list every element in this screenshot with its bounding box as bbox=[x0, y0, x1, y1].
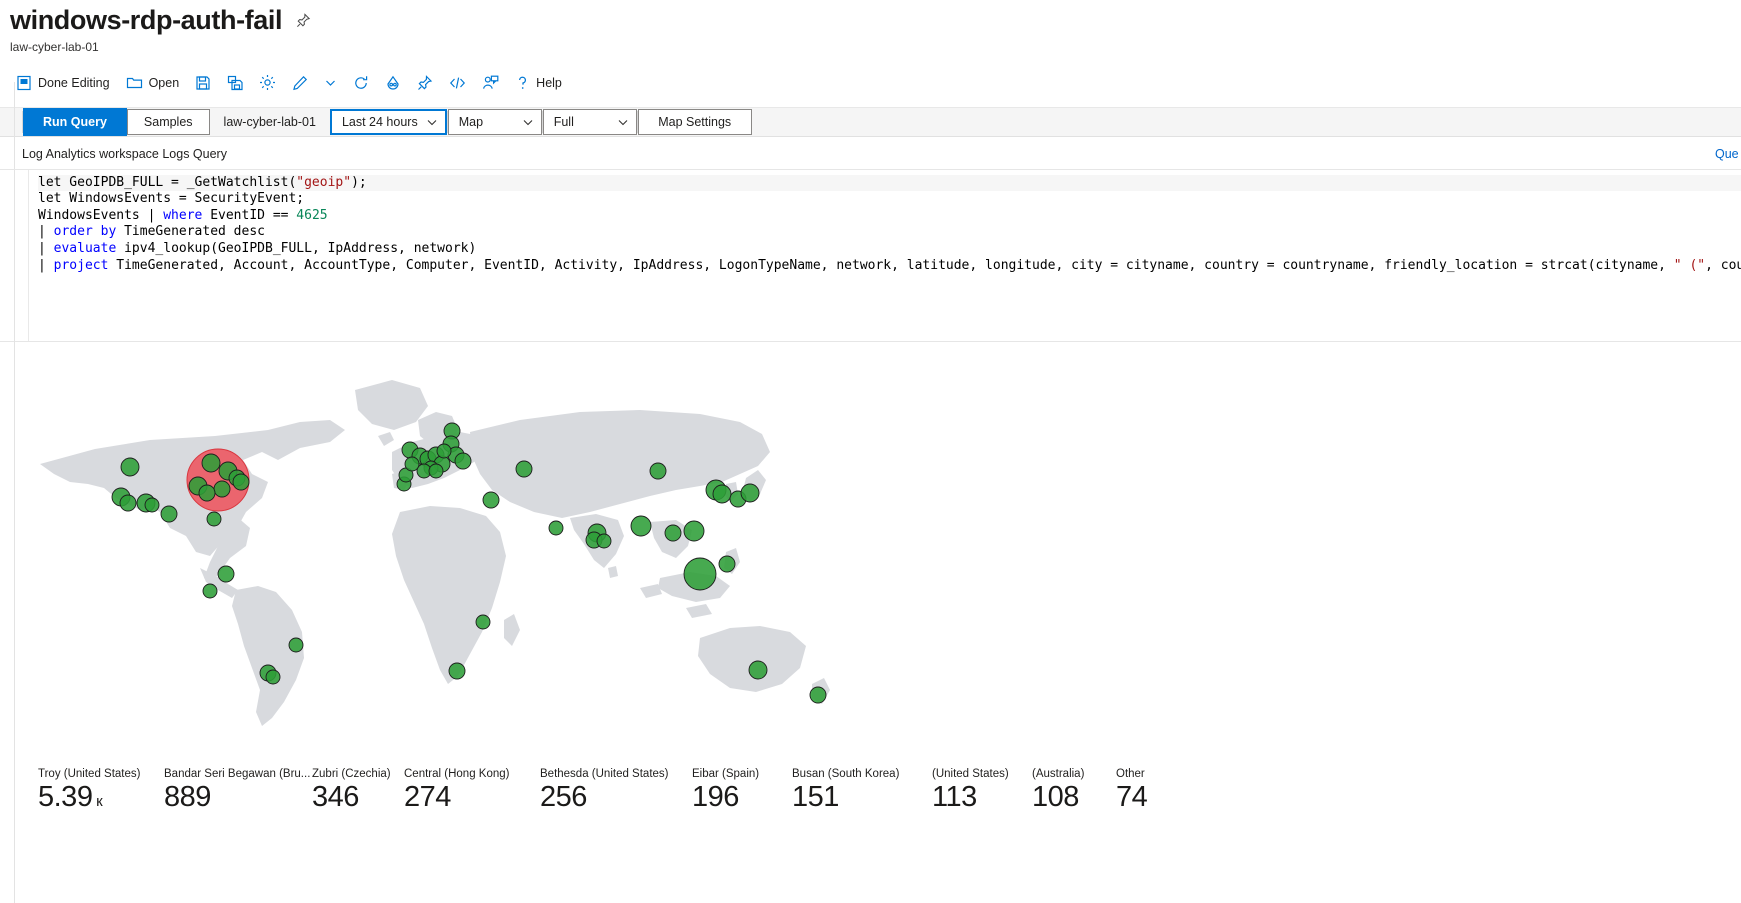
kql-line: let GeoIPDB_FULL = _GetWatchlist("geoip"… bbox=[38, 174, 1741, 192]
metric-label: (Australia) bbox=[1032, 767, 1085, 780]
metric-value: 256 bbox=[540, 780, 587, 813]
metric-unit: к bbox=[92, 792, 103, 810]
save-as-button[interactable] bbox=[219, 72, 251, 94]
page-header: windows-rdp-auth-fail ellipsis-icon law-… bbox=[0, 0, 1741, 54]
view-code-button[interactable] bbox=[441, 72, 474, 94]
metric-label: Zubri (Czechia) bbox=[312, 767, 391, 780]
edit-dropdown-button[interactable] bbox=[316, 73, 345, 92]
metric-label: Troy (United States) bbox=[38, 767, 141, 780]
chevron-down-icon bbox=[324, 76, 337, 89]
metric-item[interactable]: (Australia) 108 bbox=[1032, 768, 1116, 814]
metric-item[interactable]: Busan (South Korea) 151 bbox=[792, 768, 932, 814]
map-settings-button[interactable]: Map Settings bbox=[637, 108, 752, 135]
metric-item[interactable]: Troy (United States) 5.39 к bbox=[38, 768, 164, 814]
open-folder-icon bbox=[126, 75, 143, 91]
save-icon bbox=[195, 75, 211, 91]
more-options-icon[interactable]: ellipsis-icon bbox=[325, 13, 338, 29]
time-range-value: Last 24 hours bbox=[341, 114, 418, 129]
help-icon bbox=[515, 75, 530, 91]
metric-value: 196 bbox=[692, 780, 739, 813]
save-button[interactable] bbox=[187, 72, 219, 94]
metric-value: 274 bbox=[404, 780, 451, 813]
settings-button[interactable] bbox=[251, 71, 284, 94]
done-editing-label: Done Editing bbox=[38, 75, 110, 90]
time-range-select[interactable]: Last 24 hours bbox=[329, 108, 447, 135]
metric-item[interactable]: Bandar Seri Begawan (Bru... 889 bbox=[164, 768, 312, 814]
chevron-down-icon bbox=[522, 116, 534, 128]
open-label: Open bbox=[148, 75, 180, 90]
code-icon bbox=[449, 75, 466, 91]
query-label-row: Log Analytics workspace Logs Query Que bbox=[0, 137, 1741, 169]
workspace-name: law-cyber-lab-01 bbox=[223, 114, 316, 129]
pin-icon[interactable] bbox=[296, 13, 311, 28]
metric-label: Central (Hong Kong) bbox=[404, 767, 510, 780]
metric-value: 5.39 к bbox=[38, 780, 103, 813]
done-editing-button[interactable]: Done Editing bbox=[8, 72, 118, 94]
kql-line: | project TimeGenerated, Account, Accoun… bbox=[38, 257, 1741, 273]
gear-icon bbox=[259, 74, 276, 91]
metric-item[interactable]: (United States) 113 bbox=[932, 768, 1032, 814]
metric-value: 74 bbox=[1116, 780, 1148, 813]
visualization-select[interactable]: Map bbox=[447, 108, 542, 135]
done-editing-icon bbox=[16, 75, 32, 91]
metric-label: Other bbox=[1116, 767, 1145, 780]
pin-to-dashboard-button[interactable] bbox=[409, 72, 441, 94]
send-feedback-button[interactable] bbox=[474, 72, 507, 94]
privacy-icon bbox=[385, 75, 401, 91]
edit-pencil-icon bbox=[292, 75, 308, 91]
metric-label: Eibar (Spain) bbox=[692, 767, 760, 780]
save-as-icon bbox=[227, 75, 243, 91]
metric-value: 889 bbox=[164, 780, 211, 813]
query-toolbar: Run Query Samples law-cyber-lab-01 Last … bbox=[0, 106, 1741, 137]
query-controls: Run Query Samples law-cyber-lab-01 Last … bbox=[23, 107, 752, 136]
query-label: Log Analytics workspace Logs Query bbox=[22, 146, 227, 161]
refresh-button[interactable] bbox=[345, 72, 377, 94]
refresh-icon bbox=[353, 75, 369, 91]
kql-line: | evaluate ipv4_lookup(GeoIPDB_FULL, IpA… bbox=[38, 241, 477, 257]
editor-gutter bbox=[28, 169, 29, 341]
kql-line: WindowsEvents | where EventID == 4625 bbox=[38, 207, 328, 223]
metric-value: 113 bbox=[932, 780, 977, 813]
metric-label: Bethesda (United States) bbox=[540, 767, 669, 780]
metric-value: 108 bbox=[1032, 780, 1079, 813]
metric-label: (United States) bbox=[932, 767, 1009, 780]
privacy-button[interactable] bbox=[377, 72, 409, 94]
kql-line: let WindowsEvents = SecurityEvent; bbox=[38, 191, 305, 207]
metric-label: Bandar Seri Begawan (Bru... bbox=[164, 767, 311, 780]
help-label: Help bbox=[536, 75, 562, 90]
size-select[interactable]: Full bbox=[542, 108, 637, 135]
samples-button[interactable]: Samples bbox=[126, 108, 210, 135]
pin-icon bbox=[417, 74, 433, 91]
chevron-down-icon bbox=[426, 116, 438, 128]
metric-item[interactable]: Bethesda (United States) 256 bbox=[540, 768, 692, 814]
page-title: windows-rdp-auth-fail bbox=[10, 5, 283, 35]
chevron-down-icon bbox=[617, 116, 629, 128]
share-feedback-icon bbox=[482, 75, 499, 91]
world-map[interactable] bbox=[0, 342, 1741, 762]
metric-item[interactable]: Central (Hong Kong) 274 bbox=[404, 768, 540, 814]
metric-label: Busan (South Korea) bbox=[792, 767, 900, 780]
command-bar: Done Editing Open Help bbox=[0, 67, 1741, 99]
open-button[interactable]: Open bbox=[118, 72, 188, 94]
kql-line: | order by TimeGenerated desc bbox=[38, 224, 265, 240]
title-row: windows-rdp-auth-fail ellipsis-icon bbox=[10, 5, 1741, 36]
metric-value: 346 bbox=[312, 780, 359, 813]
metric-item[interactable]: Zubri (Czechia) 346 bbox=[312, 768, 404, 814]
size-value: Full bbox=[553, 114, 574, 129]
map-landmass bbox=[40, 379, 830, 726]
help-button[interactable]: Help bbox=[507, 72, 570, 94]
kql-editor[interactable]: let GeoIPDB_FULL = _GetWatchlist("geoip"… bbox=[0, 168, 1741, 341]
metric-value: 151 bbox=[792, 780, 839, 813]
metric-item[interactable]: Other 74 bbox=[1116, 768, 1196, 814]
run-query-button[interactable]: Run Query bbox=[23, 107, 127, 136]
edit-button[interactable] bbox=[284, 72, 316, 94]
query-link[interactable]: Que bbox=[1715, 147, 1741, 161]
visualization-value: Map bbox=[458, 114, 484, 129]
metrics-strip: Troy (United States) 5.39 к Bandar Seri Be… bbox=[0, 762, 1741, 814]
metric-item[interactable]: Eibar (Spain) 196 bbox=[692, 768, 792, 814]
workspace-subtitle: law-cyber-lab-01 bbox=[10, 39, 99, 54]
kql-code[interactable]: let GeoIPDB_FULL = _GetWatchlist("geoip"… bbox=[0, 174, 1741, 275]
